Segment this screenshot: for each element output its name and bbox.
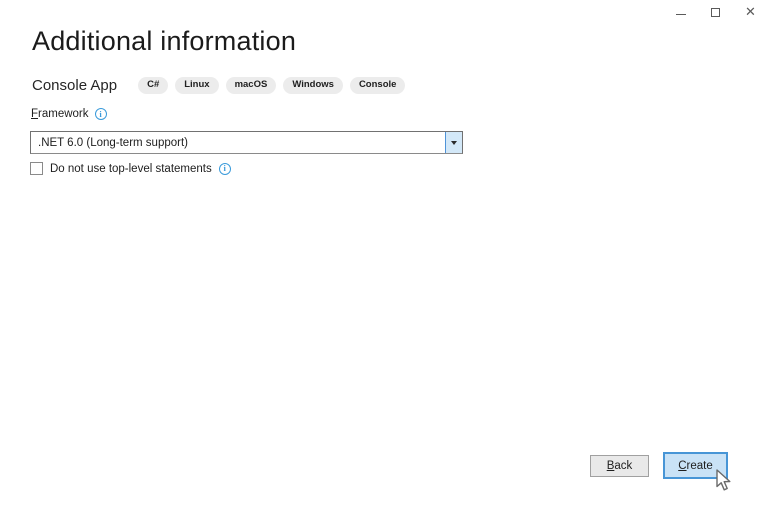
project-tag: C# xyxy=(138,77,168,94)
framework-label-row: Framework i xyxy=(31,108,107,120)
top-level-statements-row: Do not use top-level statements i xyxy=(30,162,231,175)
project-tag: Linux xyxy=(175,77,218,94)
top-level-checkbox-label[interactable]: Do not use top-level statements xyxy=(50,163,212,175)
create-button[interactable]: Create xyxy=(663,452,728,479)
framework-label: Framework xyxy=(31,108,89,120)
project-tags: C# Linux macOS Windows Console xyxy=(138,77,405,94)
project-tag: Windows xyxy=(283,77,343,94)
framework-selected-value: .NET 6.0 (Long-term support) xyxy=(31,137,445,149)
project-type-name: Console App xyxy=(32,77,117,94)
project-tag: macOS xyxy=(226,77,277,94)
maximize-icon xyxy=(711,8,720,17)
chevron-down-icon xyxy=(451,141,457,145)
framework-dropdown-button[interactable] xyxy=(445,132,462,153)
minimize-icon xyxy=(676,14,686,15)
top-level-info-icon[interactable]: i xyxy=(219,163,231,175)
page-title: Additional information xyxy=(32,26,296,57)
close-button[interactable]: ✕ xyxy=(733,0,768,24)
maximize-button[interactable] xyxy=(698,0,733,24)
framework-combobox[interactable]: .NET 6.0 (Long-term support) xyxy=(30,131,463,154)
project-tag: Console xyxy=(350,77,405,94)
close-icon: ✕ xyxy=(745,6,756,19)
back-button[interactable]: Back xyxy=(590,455,649,477)
project-type-row: Console App C# Linux macOS Windows Console xyxy=(32,77,405,94)
minimize-button[interactable] xyxy=(663,0,698,24)
window-controls: ✕ xyxy=(663,0,768,24)
additional-information-dialog: ✕ Additional information Console App C# L… xyxy=(0,0,768,506)
framework-info-icon[interactable]: i xyxy=(95,108,107,120)
top-level-checkbox[interactable] xyxy=(30,162,43,175)
